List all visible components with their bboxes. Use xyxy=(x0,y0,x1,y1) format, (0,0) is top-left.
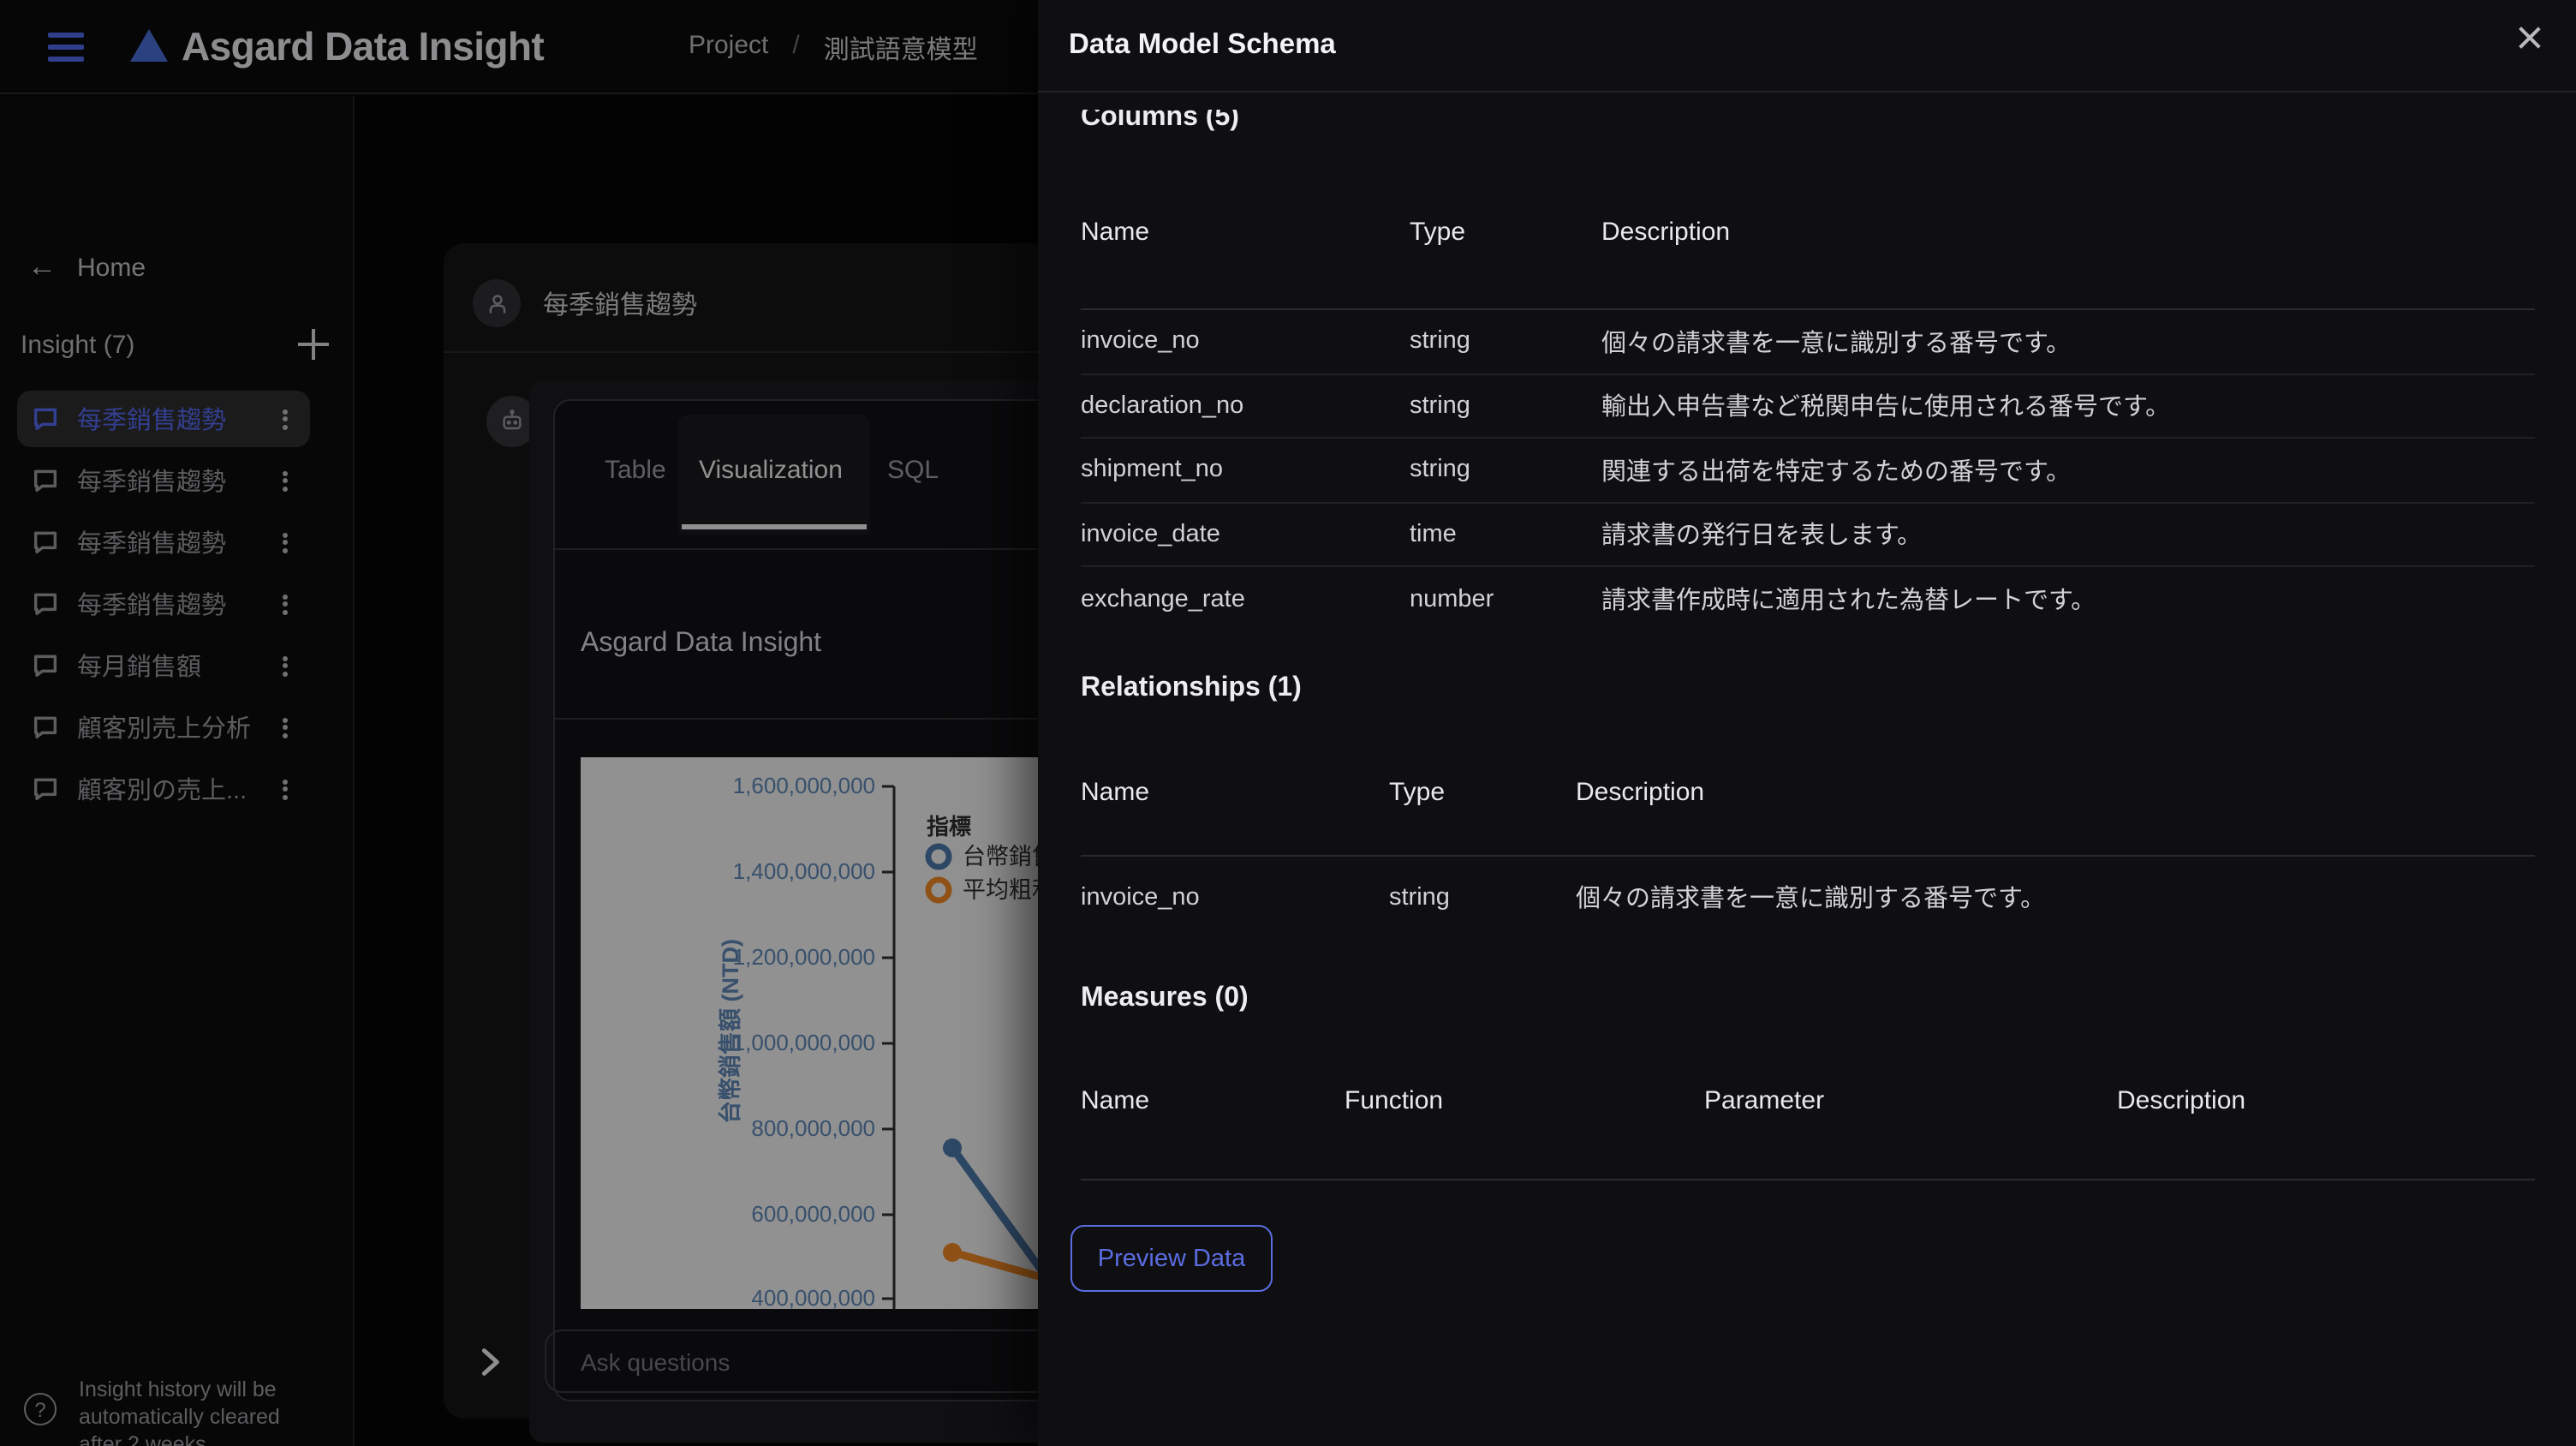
drawer-title: Data Model Schema xyxy=(1069,29,1336,60)
data-model-schema-drawer: Data Model Schema Columns (5) Name Type … xyxy=(1038,0,2576,1446)
table-row: exchange_rate number 請求書作成時に適用された為替レートです… xyxy=(1081,567,2535,631)
app-window: Asgard Data Insight Project / 測試語意模型 ← H… xyxy=(0,0,2576,1446)
table-header-row: Name Type Description xyxy=(1081,778,2535,857)
relationships-table: Name Type Description invoice_no string … xyxy=(1081,778,2535,937)
cell-type: number xyxy=(1410,585,1494,613)
drawer-header: Data Model Schema xyxy=(1038,0,2576,93)
col-header: Parameter xyxy=(1704,1086,1825,1115)
table-row: invoice_date time 請求書の発行日を表します。 xyxy=(1081,503,2535,567)
cell-name: exchange_rate xyxy=(1081,585,1245,613)
measures-heading: Measures (0) xyxy=(1081,983,1249,1013)
cell-type: string xyxy=(1410,327,1470,356)
preview-data-button[interactable]: Preview Data xyxy=(1070,1225,1273,1292)
cell-type: string xyxy=(1410,391,1470,420)
columns-heading: Columns (5) xyxy=(1081,110,1239,132)
cell-name: invoice_no xyxy=(1081,327,1200,356)
col-header: Type xyxy=(1389,778,1446,807)
table-row: invoice_no string 個々の請求書を一意に識別する番号です。 xyxy=(1081,857,2535,937)
measures-table: Name Function Parameter Description xyxy=(1081,1086,2535,1180)
cell-name: shipment_no xyxy=(1081,456,1224,484)
drawer-body[interactable]: Columns (5) Name Type Description invoic… xyxy=(1038,94,2576,1446)
cell-description: 輸出入申告書など税関申告に使用される番号です。 xyxy=(1601,394,2171,422)
col-header: Name xyxy=(1081,778,1150,807)
table-row: shipment_no string 関連する出荷を特定するための番号です。 xyxy=(1081,439,2535,503)
table-row: declaration_no string 輸出入申告書など税関申告に使用される… xyxy=(1081,374,2535,439)
cell-description: 請求書の発行日を表します。 xyxy=(1601,523,1923,551)
table-header-row: Name Function Parameter Description xyxy=(1081,1086,2535,1180)
col-header: Type xyxy=(1410,218,1466,247)
relationships-heading: Relationships (1) xyxy=(1081,673,1302,702)
col-header: Description xyxy=(2117,1086,2246,1115)
cell-name: invoice_date xyxy=(1081,520,1220,548)
table-header-row: Name Type Description xyxy=(1081,218,2535,310)
table-row: invoice_no string 個々の請求書を一意に識別する番号です。 xyxy=(1081,310,2535,374)
cell-description: 請求書作成時に適用された為替レートです。 xyxy=(1601,588,2096,616)
col-header: Description xyxy=(1576,778,1705,807)
close-icon[interactable] xyxy=(2513,21,2547,55)
columns-table: Name Type Description invoice_no string … xyxy=(1081,218,2535,631)
col-header: Description xyxy=(1601,218,1731,247)
cell-description: 個々の請求書を一意に識別する番号です。 xyxy=(1601,330,2072,358)
col-header: Function xyxy=(1345,1086,1444,1115)
cell-name: invoice_no xyxy=(1081,883,1200,911)
col-header: Name xyxy=(1081,218,1150,247)
col-header: Name xyxy=(1081,1086,1150,1115)
cell-name: declaration_no xyxy=(1081,391,1244,420)
cell-description: 関連する出荷を特定するための番号です。 xyxy=(1601,458,2072,487)
cell-type: string xyxy=(1389,883,1450,911)
cell-type: string xyxy=(1410,456,1470,484)
cell-description: 個々の請求書を一意に識別する番号です。 xyxy=(1576,886,2046,913)
cell-type: time xyxy=(1410,520,1457,548)
